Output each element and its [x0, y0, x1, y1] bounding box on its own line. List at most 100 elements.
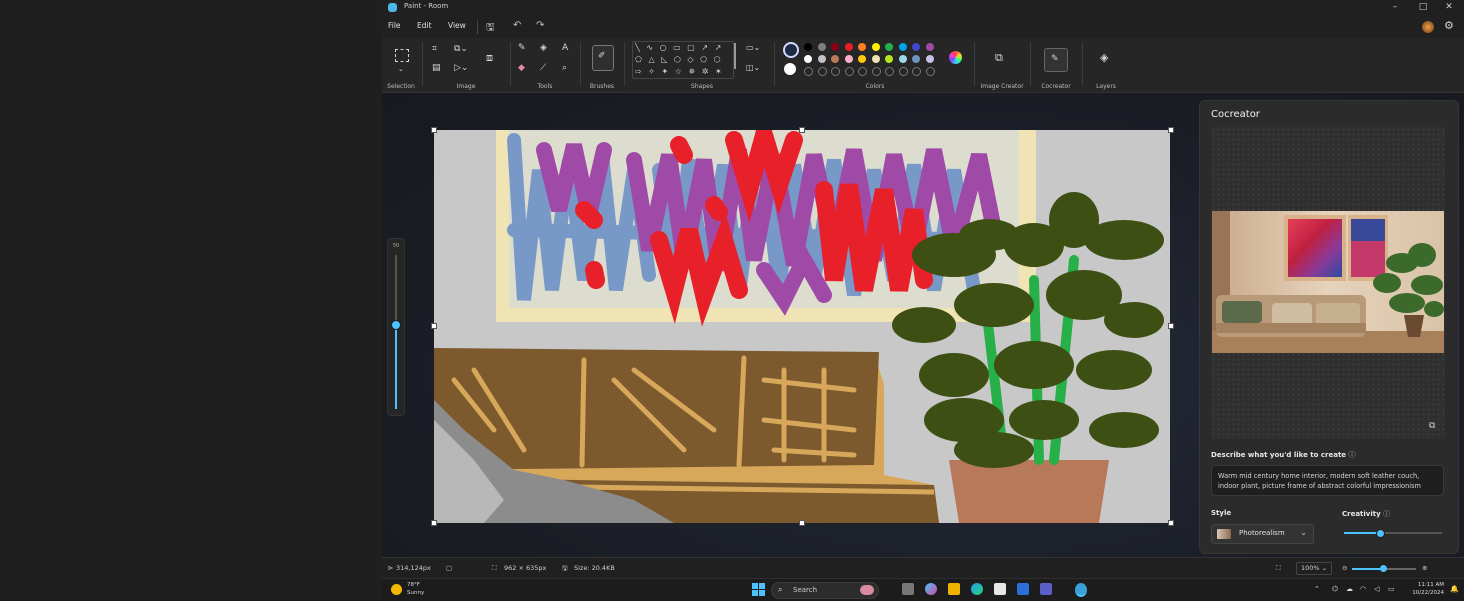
custom-color-slot[interactable] — [831, 67, 840, 76]
cloud-icon[interactable]: ☁ — [1346, 585, 1353, 593]
primary-color[interactable] — [783, 42, 799, 58]
custom-color-slot[interactable] — [925, 67, 935, 76]
image-creator-icon[interactable]: ⧉ — [995, 52, 1003, 63]
secondary-color[interactable] — [784, 63, 796, 75]
resize-handle[interactable] — [1168, 520, 1174, 526]
custom-color-slot[interactable] — [858, 67, 867, 76]
resize-handle[interactable] — [799, 127, 805, 133]
undo-icon[interactable]: ↶ — [513, 20, 521, 31]
rotate-icon[interactable]: ▷⌄ — [454, 63, 468, 73]
account-avatar[interactable] — [1422, 21, 1434, 33]
custom-color-slot[interactable] — [844, 67, 854, 76]
slider-thumb[interactable] — [391, 320, 401, 331]
info-icon[interactable]: ⓘ — [1383, 510, 1390, 518]
resize-handle[interactable] — [431, 520, 437, 526]
color-swatch[interactable] — [804, 55, 812, 63]
color-swatch[interactable] — [858, 43, 866, 51]
resize-icon[interactable]: ⧉⌄ — [454, 44, 468, 54]
custom-color-slot[interactable] — [898, 67, 908, 76]
resize-handle[interactable] — [1168, 323, 1174, 329]
cocreator-button[interactable]: ✎ — [1044, 48, 1068, 72]
generated-image[interactable] — [1212, 211, 1444, 353]
color-swatch[interactable] — [925, 43, 934, 51]
settings-gear-icon[interactable]: ⚙ — [1444, 19, 1454, 32]
fill-bucket-icon[interactable]: ◈ — [540, 43, 547, 53]
maximize-icon[interactable]: □ — [1416, 2, 1430, 12]
menu-file[interactable]: File — [388, 21, 401, 30]
taskbar-search[interactable]: ⌕ Search — [771, 582, 879, 599]
color-swatch[interactable] — [844, 55, 853, 63]
task-view-icon[interactable] — [902, 583, 914, 595]
menu-edit[interactable]: Edit — [417, 21, 432, 30]
color-swatch[interactable] — [885, 55, 893, 63]
edge-icon[interactable] — [971, 583, 983, 595]
pencil-icon[interactable]: ✎ — [518, 43, 526, 53]
resize-handle[interactable] — [431, 323, 437, 329]
remove-background-icon[interactable]: ⧈ — [486, 52, 493, 63]
open-image-icon[interactable]: ⧉ — [1429, 421, 1435, 431]
paint-taskbar-icon[interactable] — [1075, 583, 1087, 597]
fit-to-window-icon[interactable]: ⛶ — [1276, 564, 1281, 573]
menu-view[interactable]: View — [448, 21, 466, 30]
selection-icon[interactable] — [395, 49, 409, 62]
zoom-dropdown[interactable]: 100% ⌄ — [1296, 562, 1332, 575]
clock-time[interactable]: 11:11 AM — [1404, 582, 1444, 588]
copilot-icon[interactable] — [925, 583, 937, 595]
crop-icon[interactable]: ⌗ — [432, 44, 437, 54]
edit-colors-icon[interactable] — [949, 51, 962, 64]
brush-size-slider[interactable]: 50 — [387, 238, 405, 416]
color-swatch[interactable] — [898, 43, 907, 51]
color-picker-icon[interactable]: ⟋ — [540, 63, 546, 73]
custom-color-slot[interactable] — [804, 67, 813, 76]
color-swatch[interactable] — [925, 55, 934, 63]
shapes-scrollbar[interactable] — [734, 43, 736, 69]
shapes-gallery[interactable]: ╲ ∿ ○ ▭ ▢ ↗ ↗ ⬠ △ ◺ ⬡ ◇ ⬠ ⬡ ⇨ ✧ ✦ ☆ ✵ ✲ … — [632, 41, 734, 79]
text-icon[interactable]: A — [562, 43, 568, 53]
arrow-shape-icon[interactable]: ⇨ ✧ ✦ ☆ ✵ ✲ ✶ — [635, 67, 724, 76]
custom-color-slot[interactable] — [871, 67, 881, 76]
color-swatch[interactable] — [831, 55, 839, 63]
redo-icon[interactable]: ↷ — [536, 20, 544, 31]
eraser-icon[interactable]: ◆ — [518, 63, 525, 73]
color-swatch[interactable] — [858, 55, 866, 63]
clock-date[interactable]: 10/22/2024 — [1404, 590, 1444, 596]
resize-handle[interactable] — [1168, 127, 1174, 133]
chevron-down-icon[interactable]: ⌄ — [398, 64, 404, 74]
info-icon[interactable]: ⓘ — [1348, 451, 1355, 459]
notifications-bell-icon[interactable]: 🔔 — [1450, 585, 1459, 593]
magnifier-icon[interactable]: ⌕ — [562, 63, 567, 73]
minimize-icon[interactable]: – — [1388, 2, 1402, 12]
color-swatch[interactable] — [817, 43, 826, 51]
polygon-shape-icon[interactable]: ⬠ △ ◺ ⬡ ◇ ⬠ ⬡ — [635, 55, 723, 64]
color-swatch[interactable] — [804, 43, 812, 51]
network-icon[interactable]: ⌬ — [1332, 585, 1338, 593]
color-swatch[interactable] — [817, 55, 826, 63]
custom-color-slot[interactable] — [817, 67, 827, 76]
outlook-icon[interactable] — [1017, 583, 1029, 595]
layers-icon[interactable]: ◈ — [1100, 52, 1108, 63]
outline-icon[interactable]: ▭⌄ — [746, 43, 760, 53]
custom-color-slot[interactable] — [885, 67, 894, 76]
color-swatch[interactable] — [912, 55, 920, 63]
style-dropdown[interactable]: Photorealism ⌄ — [1211, 524, 1314, 544]
select-all-icon[interactable]: ▤ — [432, 63, 441, 73]
resize-handle[interactable] — [799, 520, 805, 526]
start-windows-icon[interactable] — [752, 583, 765, 596]
wifi-icon[interactable]: ◠ — [1360, 585, 1366, 593]
color-swatch[interactable] — [885, 43, 893, 51]
save-icon[interactable]: 🖫 — [486, 20, 495, 37]
creativity-thumb[interactable] — [1376, 529, 1386, 538]
chevron-up-icon[interactable]: ⌃ — [1314, 585, 1320, 593]
teams-icon[interactable] — [1040, 583, 1052, 595]
brushes-button[interactable]: ✐ — [592, 45, 614, 71]
line-shape-icon[interactable]: ╲ ∿ ○ ▭ ▢ ↗ ↗ — [635, 43, 723, 52]
volume-icon[interactable]: ◁ — [1374, 585, 1379, 593]
drawing-canvas[interactable] — [434, 130, 1170, 523]
fill-icon[interactable]: ◫⌄ — [746, 63, 760, 73]
battery-icon[interactable]: ▭ — [1388, 585, 1395, 593]
file-explorer-icon[interactable] — [948, 583, 960, 595]
color-swatch[interactable] — [871, 43, 880, 51]
zoom-in-icon[interactable]: ⊕ — [1422, 564, 1427, 572]
zoom-out-icon[interactable]: ⊖ — [1342, 564, 1347, 572]
color-swatch[interactable] — [844, 43, 853, 51]
